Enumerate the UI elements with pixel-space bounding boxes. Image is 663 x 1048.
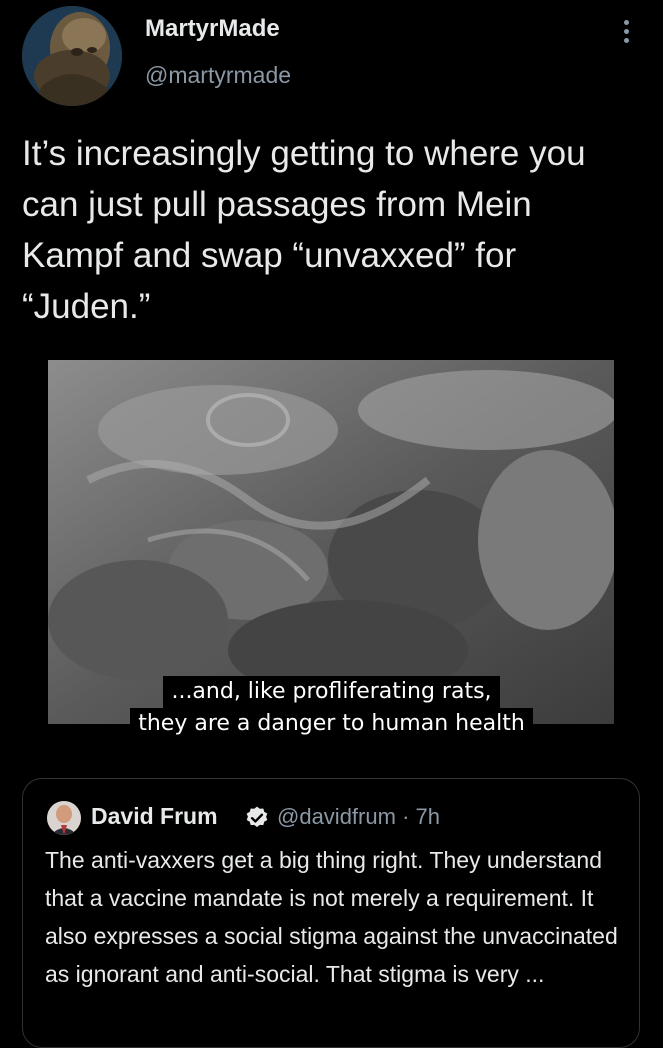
avatar-statue-image xyxy=(22,6,122,106)
more-vertical-icon[interactable] xyxy=(616,20,636,48)
quoted-tweet-text: The anti-vaxxers get a big thing right. … xyxy=(45,847,618,987)
quoted-meta: @davidfrum · 7h xyxy=(277,804,440,830)
quoted-timestamp[interactable]: 7h xyxy=(416,804,440,829)
media-caption-line-1: ...and, like profliferating rats, xyxy=(0,676,663,708)
quoted-avatar-portrait xyxy=(47,801,81,835)
author-name[interactable]: MartyrMade xyxy=(145,15,280,43)
caption-text-1: ...and, like profliferating rats, xyxy=(163,676,500,708)
quoted-author-avatar[interactable] xyxy=(47,801,81,835)
author-handle[interactable]: @martyrmade xyxy=(145,62,291,89)
tweet-media[interactable] xyxy=(48,360,614,724)
media-rats-image xyxy=(48,360,614,724)
caption-text-2: they are a danger to human health xyxy=(130,708,533,740)
meta-separator: · xyxy=(402,804,410,829)
quoted-author-name[interactable]: David Frum xyxy=(91,803,218,830)
author-avatar[interactable] xyxy=(22,6,122,106)
quoted-author-handle[interactable]: @davidfrum xyxy=(277,804,396,829)
media-caption-line-2: they are a danger to human health xyxy=(0,708,663,740)
quoted-tweet[interactable]: David Frum @davidfrum · 7h The anti-vaxx… xyxy=(22,778,640,1048)
verified-badge-icon xyxy=(246,806,268,827)
tweet-text: It’s increasingly getting to where you c… xyxy=(22,134,586,326)
